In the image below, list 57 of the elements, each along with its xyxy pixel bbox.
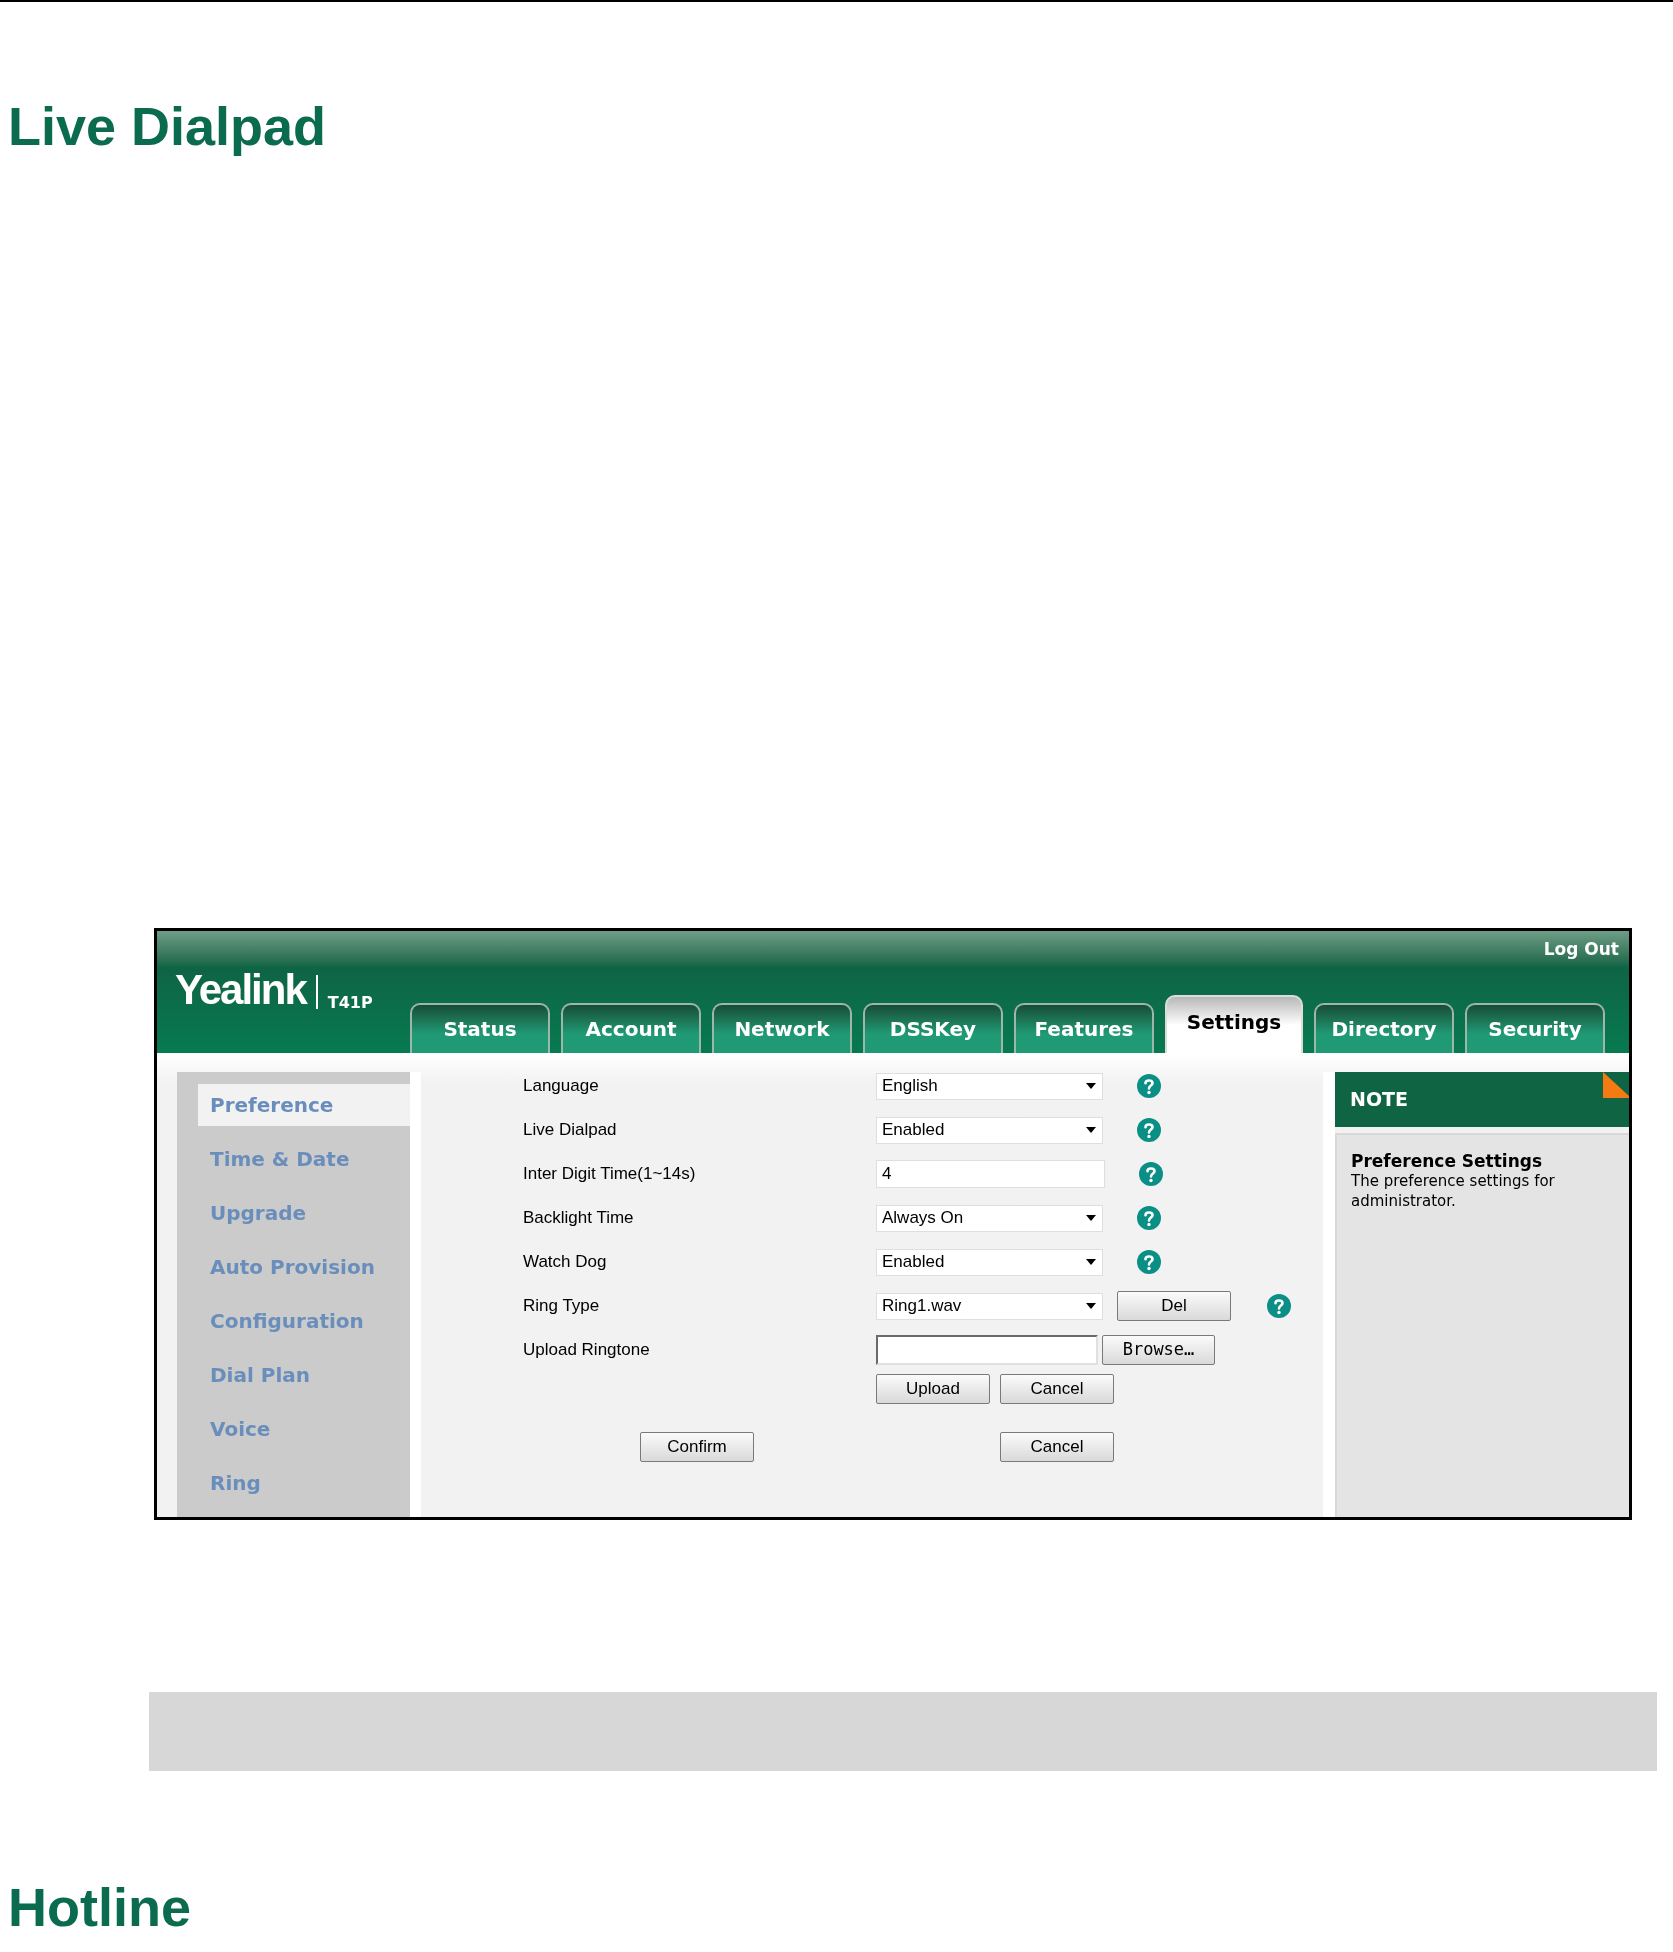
help-icon[interactable] <box>1137 1118 1161 1142</box>
sidebar-item[interactable]: Voice <box>198 1408 410 1450</box>
note-text: The preference settings for administrator. <box>1351 1171 1556 1211</box>
logo-divider <box>315 975 318 1009</box>
nav-tab[interactable]: Account <box>561 1003 701 1053</box>
confirm-button[interactable]: Confirm <box>640 1432 754 1462</box>
sidebar-item[interactable]: Upgrade <box>198 1192 410 1234</box>
caret-icon <box>1086 1127 1096 1133</box>
cancel-button[interactable]: Cancel <box>1000 1432 1114 1462</box>
file-path-field[interactable] <box>876 1335 1098 1365</box>
delete-button[interactable]: Del <box>1117 1291 1231 1321</box>
browse-button[interactable]: Browse… <box>1102 1335 1215 1365</box>
nav-tab[interactable]: Security <box>1465 1003 1605 1053</box>
field-label: Ring Type <box>523 1295 601 1318</box>
cancel-button[interactable]: Cancel <box>1000 1374 1114 1404</box>
sidebar-item[interactable]: Ring <box>198 1462 410 1504</box>
upload-button[interactable]: Upload <box>876 1374 990 1404</box>
help-icon[interactable] <box>1139 1162 1163 1186</box>
section-heading: Live Dialpad <box>8 95 327 158</box>
section-heading: Hotline <box>8 1876 191 1939</box>
nav-tab[interactable]: Network <box>712 1003 852 1053</box>
sidebar-item[interactable]: Preference <box>198 1084 410 1126</box>
sidebar-item[interactable]: Auto Provision <box>198 1246 410 1288</box>
brand-logo: Yealink <box>175 969 306 1011</box>
nav-tab[interactable]: Features <box>1014 1003 1154 1053</box>
nav-tab[interactable]: DSSKey <box>863 1003 1003 1053</box>
help-icon[interactable] <box>1137 1206 1161 1230</box>
caret-icon <box>1086 1083 1096 1089</box>
corner-fold-icon <box>1603 1072 1629 1098</box>
help-icon[interactable] <box>1137 1250 1161 1274</box>
help-icon[interactable] <box>1137 1074 1161 1098</box>
dropdown[interactable]: Ring1.wav <box>876 1292 1103 1320</box>
dropdown[interactable]: English <box>876 1072 1103 1100</box>
logout-link[interactable]: Log Out <box>1543 937 1619 963</box>
nav-tab[interactable]: Settings <box>1165 995 1303 1053</box>
nav-tab[interactable]: Status <box>410 1003 550 1053</box>
sidebar-item[interactable]: Configuration <box>198 1300 410 1342</box>
sidebar-item[interactable]: Dial Plan <box>198 1354 410 1396</box>
help-icon[interactable] <box>1267 1294 1291 1318</box>
note-title: NOTE <box>1350 1087 1408 1113</box>
input-field[interactable]: 4 <box>876 1160 1105 1188</box>
field-label: Upload Ringtone <box>523 1339 651 1362</box>
dropdown[interactable]: Enabled <box>876 1116 1103 1144</box>
model-label: T41P <box>327 995 373 1011</box>
field-label: Watch Dog <box>523 1251 608 1274</box>
sidebar-item[interactable]: Time & Date <box>198 1138 410 1180</box>
field-label: Backlight Time <box>523 1207 635 1230</box>
caret-icon <box>1086 1303 1096 1309</box>
caret-icon <box>1086 1259 1096 1265</box>
field-label: Inter Digit Time(1~14s) <box>523 1163 697 1186</box>
note-heading: Preference Settings <box>1351 1151 1544 1171</box>
caret-icon <box>1086 1215 1096 1221</box>
field-label: Live Dialpad <box>523 1119 618 1142</box>
dropdown[interactable]: Always On <box>876 1204 1103 1232</box>
nav-tab[interactable]: Directory <box>1314 1003 1454 1053</box>
field-label: Language <box>523 1075 600 1098</box>
dropdown[interactable]: Enabled <box>876 1248 1103 1276</box>
